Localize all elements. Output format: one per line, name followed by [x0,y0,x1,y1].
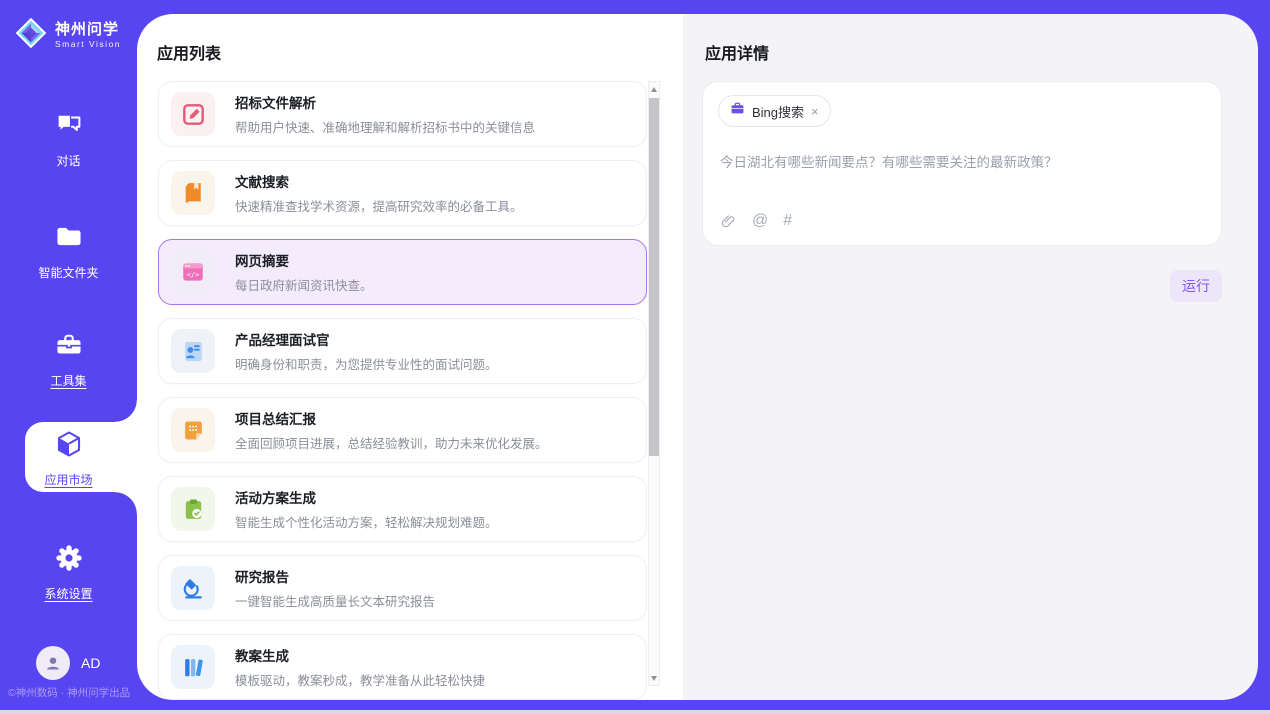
app-card[interactable]: 产品经理面试官 明确身份和职责，为您提供专业性的面试问题。 [158,318,647,384]
app-card-description: 模板驱动，教案秒成，教学准备从此轻松快捷 [235,670,485,689]
app-card[interactable]: 活动方案生成 智能生成个性化活动方案，轻松解决规划难题。 [158,476,647,542]
app-card[interactable]: </> 网页摘要 每日政府新闻资讯快查。 [158,239,647,305]
sidebar-item-smart-folders[interactable]: 智能文件夹 [0,222,137,281]
account-button[interactable]: AD [36,646,100,680]
main-content: 应用列表 招标文件解析 帮助用户快速、准确地理解和解析招标书中的关键信息 文献搜… [137,14,1258,700]
app-card[interactable]: 教案生成 模板驱动，教案秒成，教学准备从此轻松快捷 [158,634,647,700]
sidebar-item-label: 系统设置 [44,585,92,602]
query-input[interactable]: 今日湖北有哪些新闻要点？有哪些需要关注的最新政策？ [720,151,1205,171]
sidebar-item-label: 智能文件夹 [38,264,98,281]
app-card[interactable]: 文献搜索 快速精准查找学术资源，提高研究效率的必备工具。 [158,160,647,226]
avatar [36,646,70,680]
app-card-title: 项目总结汇报 [235,408,548,428]
sidebar-item-chat[interactable]: 对话 [0,110,137,169]
app-detail-panel: 应用详情 Bing搜索 × 今日湖北有哪些新闻要点？有哪些需要关注的最新政策？ … [683,14,1258,700]
app-list-panel: 应用列表 招标文件解析 帮助用户快速、准确地理解和解析招标书中的关键信息 文献搜… [137,14,683,700]
triangle-up-icon [651,87,657,92]
research-report-icon [171,566,215,610]
app-window: 神州问学 Smart Vision 对话 智能文件夹 工具集 [0,0,1270,714]
app-card-title: 研究报告 [235,566,435,586]
app-card-title: 活动方案生成 [235,487,498,507]
app-card-description: 每日政府新闻资讯快查。 [235,275,373,294]
chat-icon [54,110,84,145]
app-card-description: 快速精准查找学术资源，提高研究效率的必备工具。 [235,196,523,215]
logo-subtitle: Smart Vision [55,40,121,49]
at-icon[interactable]: @ [752,212,768,230]
scroll-up-button[interactable] [649,82,659,96]
attachment-toolbar: @ # [720,212,792,230]
sidebar-item-label: 工具集 [50,372,86,389]
gear-icon [54,543,84,578]
app-card-title: 产品经理面试官 [235,329,498,349]
folder-icon [54,222,84,257]
sidebar-item-label: 应用市场 [44,471,92,488]
copyright-text: ©神州数码 · 神州问学出品 [8,685,130,700]
sidebar-item-app-market[interactable]: 应用市场 [0,429,137,488]
sidebar-item-toolset[interactable]: 工具集 [0,330,137,389]
cube-icon [54,429,84,464]
app-card[interactable]: 项目总结汇报 全面回顾项目进展，总结经验教训，助力未来优化发展。 [158,397,647,463]
svg-text:</>: </> [187,270,200,279]
app-logo: 神州问学 Smart Vision [14,16,121,55]
project-summary-icon [171,408,215,452]
app-card-description: 全面回顾项目进展，总结经验教训，助力未来优化发展。 [235,433,548,452]
app-card-title: 网页摘要 [235,250,373,270]
app-card[interactable]: 招标文件解析 帮助用户快速、准确地理解和解析招标书中的关键信息 [158,81,647,147]
sidebar: 神州问学 Smart Vision 对话 智能文件夹 工具集 [0,0,137,710]
web-summary-icon: </> [171,250,215,294]
query-input-card[interactable]: Bing搜索 × 今日湖北有哪些新闻要点？有哪些需要关注的最新政策？ @ # [702,81,1222,246]
app-card-description: 智能生成个性化活动方案，轻松解决规划难题。 [235,512,498,531]
window-bottom-edge [0,710,1270,714]
app-card-description: 明确身份和职责，为您提供专业性的面试问题。 [235,354,498,373]
lesson-plan-icon [171,645,215,689]
pm-interviewer-icon [171,329,215,373]
scrollbar-thumb[interactable] [649,98,659,456]
app-card[interactable]: 研究报告 一键智能生成高质量长文本研究报告 [158,555,647,621]
account-name: AD [81,655,100,671]
literature-search-icon [171,171,215,215]
toolbox-icon [54,330,84,365]
bubble-flare-top [115,400,137,422]
app-card-description: 帮助用户快速、准确地理解和解析招标书中的关键信息 [235,117,535,136]
sidebar-item-settings[interactable]: 系统设置 [0,543,137,602]
tag-close-icon[interactable]: × [811,105,819,118]
activity-plan-icon [171,487,215,531]
logo-diamond-icon [14,16,48,55]
app-card-title: 教案生成 [235,645,485,665]
run-button[interactable]: 运行 [1170,270,1222,302]
triangle-down-icon [651,676,657,681]
app-list-title: 应用列表 [157,40,221,64]
paperclip-icon[interactable] [720,213,737,230]
tool-tag-label: Bing搜索 [752,102,804,121]
briefcase-icon [730,101,745,121]
scroll-down-button[interactable] [649,671,659,685]
tool-tag-bing-search[interactable]: Bing搜索 × [718,95,831,127]
logo-title: 神州问学 [55,22,121,39]
list-scrollbar[interactable] [648,81,660,686]
app-detail-title: 应用详情 [705,40,769,64]
app-card-description: 一键智能生成高质量长文本研究报告 [235,591,435,610]
hash-icon[interactable]: # [783,212,792,230]
app-card-title: 招标文件解析 [235,92,535,112]
app-list: 招标文件解析 帮助用户快速、准确地理解和解析招标书中的关键信息 文献搜索 快速精… [158,81,647,700]
sidebar-item-label: 对话 [56,152,80,169]
tender-edit-icon [171,92,215,136]
app-card-title: 文献搜索 [235,171,523,191]
bubble-flare-bottom [115,492,137,514]
